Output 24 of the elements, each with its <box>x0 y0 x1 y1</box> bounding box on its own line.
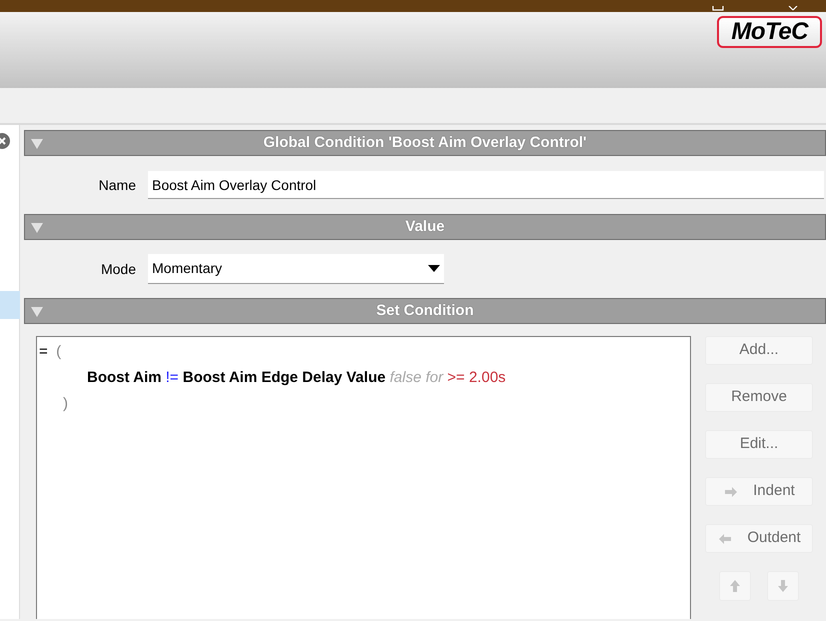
logo: MoTeC <box>717 16 822 48</box>
caret-icon <box>428 265 440 272</box>
arrow-down-icon <box>775 578 791 594</box>
section-header[interactable]: Value <box>24 214 826 240</box>
bracket-text: ) <box>63 395 68 412</box>
section-header[interactable]: Set Condition <box>24 298 826 324</box>
collapse-triangle-icon <box>31 139 43 149</box>
signal-text: Boost Aim Edge Delay Value <box>182 369 386 386</box>
operator-text: = <box>39 343 48 360</box>
collapse-triangle-icon <box>31 307 43 317</box>
operator-text: != <box>166 369 179 386</box>
field-label: Name <box>98 176 136 194</box>
maximize-icon[interactable] <box>712 6 724 11</box>
value-text: >= 2.00s <box>447 369 506 386</box>
section-header[interactable]: Global Condition 'Boost Aim Overlay Control' <box>24 130 826 156</box>
bracket-text: ( <box>56 343 62 360</box>
field-label: Mode <box>100 260 136 278</box>
condition-editor[interactable]: = ( Boost Aim != Boost Aim Edge Delay Value false for >= 2.00s ) <box>36 336 691 619</box>
signal-text: Boost Aim <box>87 369 162 386</box>
arrow-up-icon <box>727 578 743 594</box>
qualifier-text: false for <box>390 369 444 386</box>
name-input-field[interactable]: Boost Aim Overlay Control <box>148 171 824 199</box>
mode-dropdown[interactable]: Momentary <box>148 254 444 284</box>
collapse-triangle-icon <box>31 223 43 233</box>
